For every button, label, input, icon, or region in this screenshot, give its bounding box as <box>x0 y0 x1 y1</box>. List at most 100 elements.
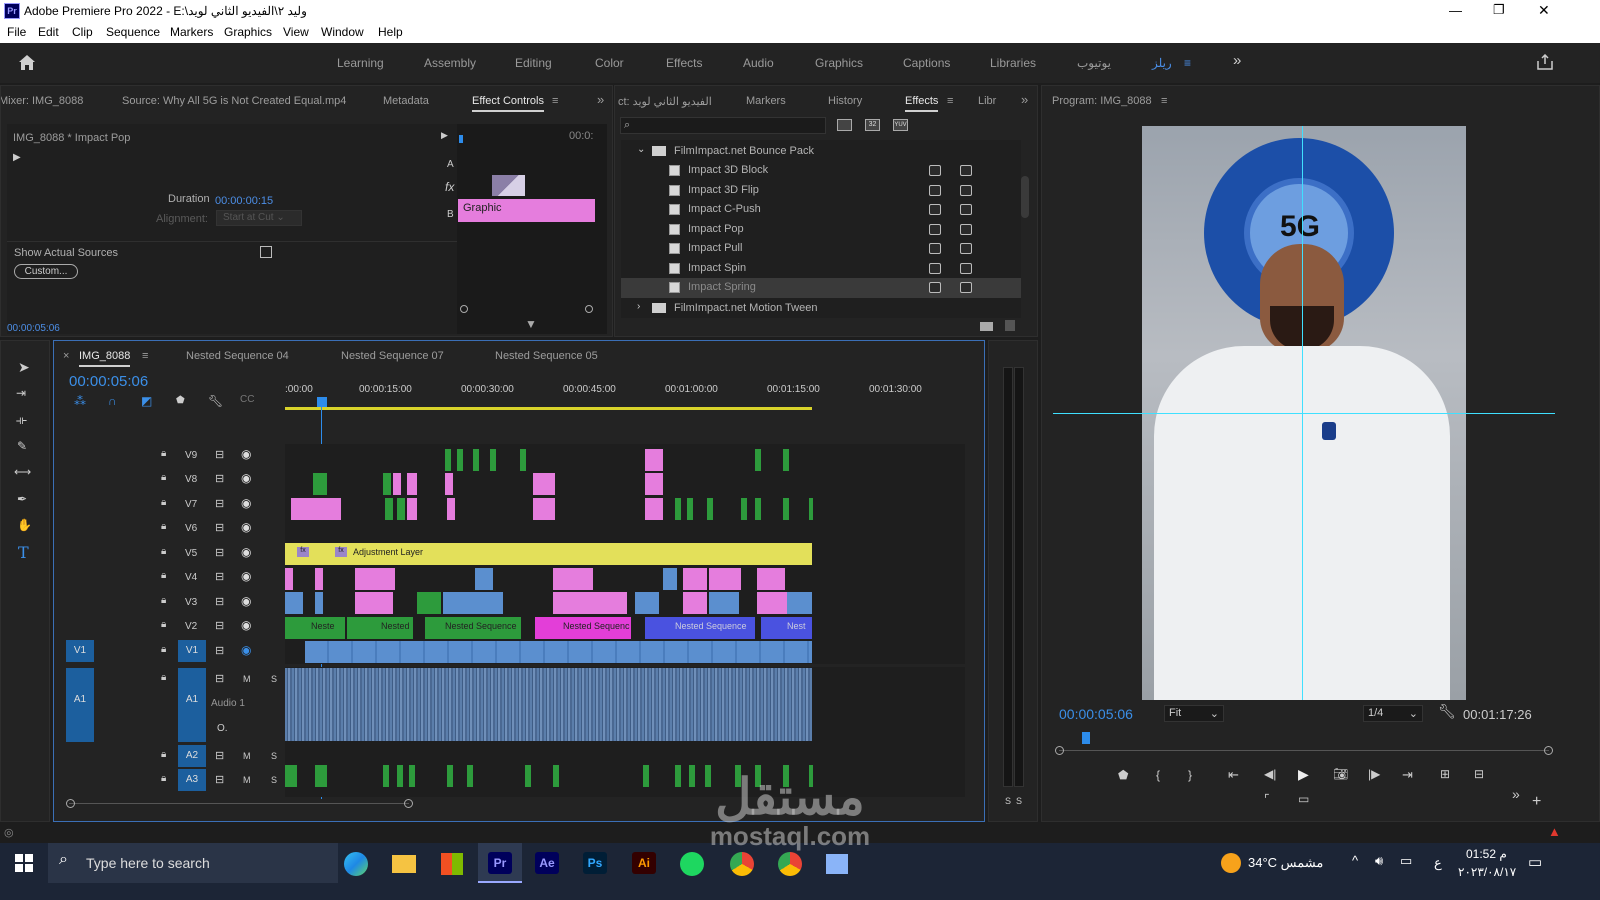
razor-tool-icon[interactable]: ✎ <box>17 439 27 453</box>
sync-lock-icon[interactable]: ⊟ <box>215 472 224 485</box>
sync-lock-icon[interactable]: ⊟ <box>215 521 224 534</box>
go-to-in-icon[interactable]: ⇤ <box>1228 767 1239 783</box>
nested-clip[interactable]: Nested <box>347 617 413 639</box>
clock-time[interactable]: 01:52 م <box>1466 847 1507 861</box>
track-label[interactable]: A2 <box>178 745 206 767</box>
close-sequence-icon[interactable]: × <box>63 350 69 362</box>
slip-tool-icon[interactable]: ⟷ <box>14 465 31 479</box>
timeline-clip[interactable] <box>355 592 393 614</box>
effects-menu-icon[interactable]: ≡ <box>947 95 953 107</box>
workspace-editing[interactable]: Editing <box>515 56 552 70</box>
duration-value[interactable]: 00:00:00:15 <box>215 195 273 207</box>
comparison-view-icon[interactable]: ⌜ <box>1264 792 1270 806</box>
windows-start-icon[interactable] <box>15 854 33 872</box>
timeline-clip[interactable] <box>407 498 417 520</box>
effects-overflow-icon[interactable]: » <box>1021 92 1028 107</box>
taskbar-search[interactable]: ⌕ Type here to search <box>48 843 338 883</box>
solo-button[interactable]: S <box>271 751 277 761</box>
timeline-clip[interactable] <box>663 568 677 590</box>
workspace-graphics[interactable]: Graphics <box>815 56 863 70</box>
eye-icon[interactable]: ◉ <box>241 643 251 657</box>
show-actual-sources-checkbox[interactable] <box>260 246 272 258</box>
lock-icon[interactable]: 🔒︎ <box>161 644 166 655</box>
panel-menu-icon[interactable]: ≡ <box>552 95 558 107</box>
panel-overflow-icon[interactable]: » <box>597 92 604 107</box>
timeline-clip[interactable] <box>809 498 813 520</box>
settings-wrench-icon[interactable]: 🔧︎ <box>1438 703 1456 720</box>
timeline-clip[interactable] <box>675 498 681 520</box>
track-label[interactable]: A3 <box>178 769 206 791</box>
timeline-clip[interactable] <box>755 449 761 471</box>
warning-icon[interactable]: ▲ <box>1548 824 1561 839</box>
timeline-h-scrollbar[interactable] <box>69 803 409 804</box>
spotify-icon[interactable] <box>680 852 704 876</box>
timeline-clip[interactable] <box>525 765 531 787</box>
add-marker-icon[interactable]: ⬟ <box>1118 768 1128 782</box>
tab-audio-mixer[interactable]: Mixer: IMG_8088 <box>1 95 83 107</box>
tab-project[interactable]: ct: الفيديو الثاني لويد <box>618 95 712 108</box>
resolution-dropdown[interactable]: 1/4 ⌄ <box>1363 705 1423 722</box>
timeline-clip[interactable] <box>755 498 761 520</box>
timeline-clip[interactable] <box>490 449 496 471</box>
premiere-app-icon[interactable]: Pr <box>488 852 512 874</box>
eye-icon[interactable]: ◉ <box>241 545 251 559</box>
tab-nested-sequence-05[interactable]: Nested Sequence 05 <box>495 350 598 362</box>
tab-nested-sequence-04[interactable]: Nested Sequence 04 <box>186 350 289 362</box>
pen-tool-icon[interactable]: ✒ <box>17 492 27 506</box>
timeline-clip[interactable] <box>445 449 451 471</box>
track-label[interactable]: V2 <box>185 621 197 632</box>
volume-icon[interactable]: 🔊︎ <box>1375 853 1383 869</box>
program-scrub-bar[interactable] <box>1059 750 1549 751</box>
tab-effect-controls[interactable]: Effect Controls <box>472 95 544 112</box>
filter-icon[interactable]: ▼ <box>525 317 537 331</box>
source-patch-a1[interactable]: A1 <box>66 668 94 742</box>
button-editor-icon[interactable]: + <box>1532 793 1541 811</box>
solo-right-label[interactable]: S <box>1016 796 1022 806</box>
timeline-clip[interactable] <box>553 592 627 614</box>
timeline-clip[interactable] <box>645 449 663 471</box>
source-patch-v1[interactable]: V1 <box>66 640 94 662</box>
sync-lock-icon[interactable]: ⊟ <box>215 644 224 657</box>
timeline-clip[interactable] <box>783 449 789 471</box>
sync-lock-icon[interactable]: ⊟ <box>215 570 224 583</box>
nested-clip[interactable]: Nest <box>761 617 812 639</box>
timeline-playhead[interactable] <box>317 397 327 407</box>
menu-clip[interactable]: Clip <box>72 25 93 39</box>
export-frame-icon[interactable]: 📷︎ <box>1333 767 1348 781</box>
photoshop-icon[interactable]: Ps <box>583 852 607 874</box>
track-label[interactable]: V6 <box>185 523 197 534</box>
add-marker-icon[interactable]: ⬟ <box>176 395 185 406</box>
tab-libraries[interactable]: Libr <box>978 95 996 107</box>
timeline-clip[interactable] <box>533 498 555 520</box>
ec-scroll-handle-left[interactable] <box>460 305 468 313</box>
chrome-icon[interactable] <box>730 852 754 876</box>
timeline-clip[interactable] <box>683 568 707 590</box>
a1-audio-clip[interactable] <box>285 668 812 741</box>
go-to-out-icon[interactable]: ⇥ <box>1402 767 1413 783</box>
timeline-clip[interactable] <box>643 765 649 787</box>
fit-dropdown[interactable]: Fit ⌄ <box>1164 705 1224 722</box>
play-icon[interactable]: ▶ <box>1298 766 1309 783</box>
ec-scroll-handle-right[interactable] <box>585 305 593 313</box>
lock-icon[interactable]: 🔒︎ <box>161 472 166 483</box>
step-back-icon[interactable]: ◀| <box>1264 767 1276 781</box>
sync-lock-icon[interactable]: ⊟ <box>215 448 224 461</box>
tab-effects[interactable]: Effects <box>905 95 939 112</box>
timeline-clip[interactable] <box>315 765 327 787</box>
solo-button[interactable]: S <box>271 775 277 785</box>
timeline-clip[interactable] <box>553 568 593 590</box>
eye-icon[interactable]: ◉ <box>241 594 251 608</box>
tab-nested-sequence-07[interactable]: Nested Sequence 07 <box>341 350 444 362</box>
more-workspaces-icon[interactable]: » <box>1233 52 1241 69</box>
collapse-arrow-icon[interactable]: ▶ <box>441 130 448 141</box>
timeline-timecode[interactable]: 00:00:05:06 <box>69 373 148 390</box>
network-icon[interactable]: ▭ <box>1400 853 1412 869</box>
v1-video-clip[interactable] <box>305 641 812 663</box>
nested-clip[interactable]: Neste <box>285 617 345 639</box>
custom-button[interactable]: Custom... <box>14 264 78 279</box>
program-title[interactable]: Program: IMG_8088 <box>1052 95 1152 107</box>
lift-icon[interactable]: ⊞ <box>1440 767 1450 781</box>
tab-metadata[interactable]: Metadata <box>383 95 429 107</box>
timeline-clip[interactable] <box>407 473 417 495</box>
timeline-clip[interactable] <box>383 765 389 787</box>
